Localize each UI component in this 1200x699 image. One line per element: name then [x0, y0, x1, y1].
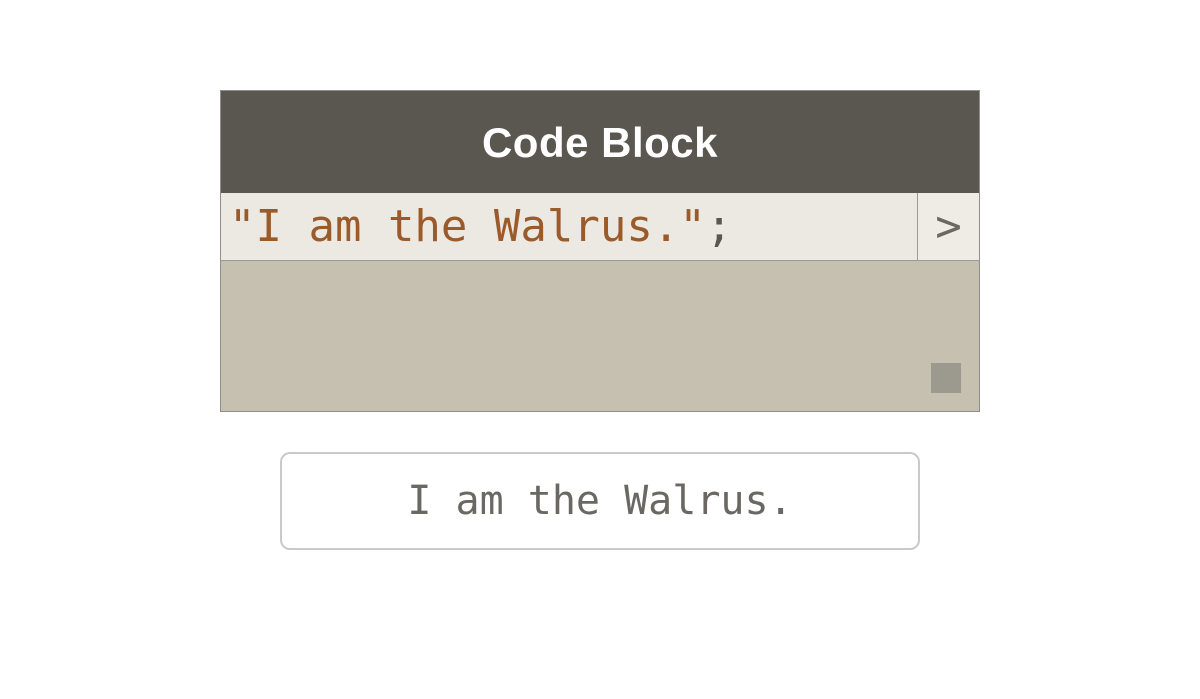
output-box: I am the Walrus.	[280, 452, 920, 550]
code-output-area	[221, 261, 979, 411]
code-input-row: "I am the Walrus."; >	[221, 193, 979, 261]
resize-handle-icon[interactable]	[931, 363, 961, 393]
chevron-right-icon: >	[935, 201, 962, 252]
code-input[interactable]: "I am the Walrus.";	[221, 193, 917, 260]
run-button[interactable]: >	[917, 193, 979, 260]
code-semicolon: ;	[706, 201, 733, 252]
output-text: I am the Walrus.	[407, 478, 792, 524]
code-block-title: Code Block	[221, 91, 979, 193]
code-string-literal: "I am the Walrus."	[229, 201, 706, 252]
code-block-panel: Code Block "I am the Walrus."; >	[220, 90, 980, 412]
